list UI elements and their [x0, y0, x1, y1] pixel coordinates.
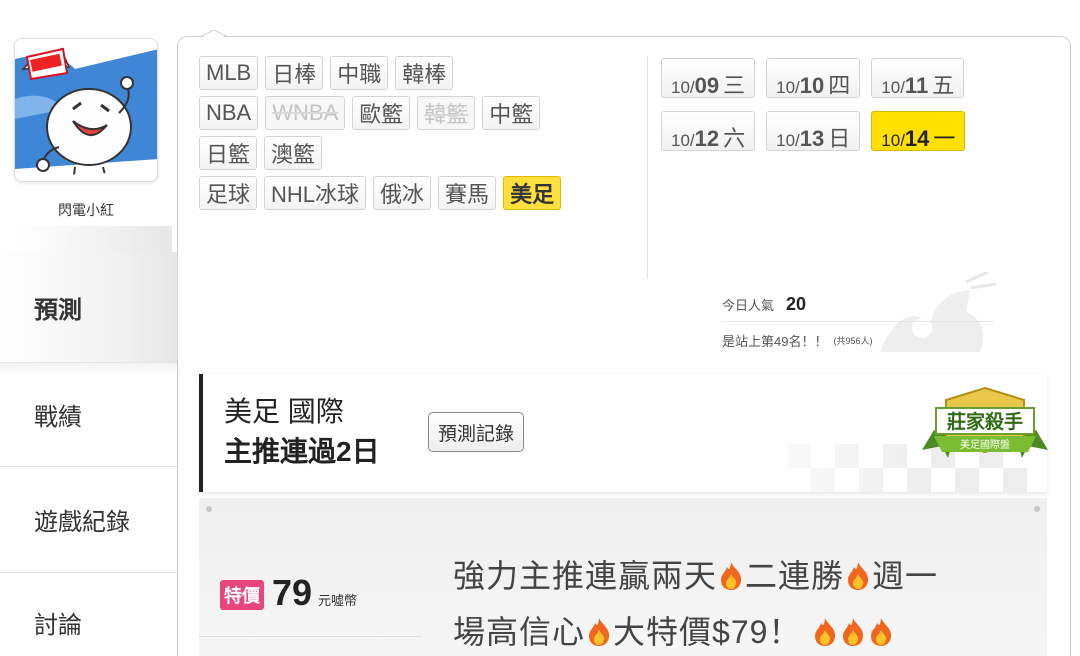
name-divider [0, 226, 172, 254]
desc-part: 場高信心 [453, 614, 586, 650]
sport-chip[interactable]: 俄冰 [373, 176, 432, 210]
fire-icon [840, 608, 866, 646]
date-month: 10/ [776, 131, 800, 150]
price-unit: 元噓幣 [318, 593, 358, 608]
date-row: 10/12 六 10/13 日 10/14 一 [661, 111, 1041, 151]
sport-chip[interactable]: MLB [199, 56, 259, 90]
rank-total: (共956人) [833, 335, 873, 346]
price-divider [199, 636, 421, 637]
special-price-tag: 特價 [220, 580, 264, 610]
desc-part: 週一 [872, 558, 939, 594]
popularity-value: 20 [786, 294, 807, 314]
fire-icon [718, 552, 744, 590]
date-day: 13 [799, 126, 825, 151]
date-chip[interactable]: 10/14 一 [871, 111, 966, 151]
fire-icon [812, 608, 838, 646]
date-chip[interactable]: 10/09 三 [661, 58, 756, 98]
sport-chip[interactable]: NBA [199, 96, 259, 130]
sport-chip[interactable]: 韓棒 [395, 56, 454, 90]
panel-notch [200, 30, 228, 44]
date-day: 14 [904, 126, 930, 151]
date-day: 12 [694, 126, 720, 151]
date-month: 10/ [881, 78, 905, 97]
sport-chip[interactable]: NHL冰球 [264, 176, 367, 210]
date-month: 10/ [671, 131, 695, 150]
date-weekday: 一 [933, 126, 956, 151]
sport-chip[interactable]: 賽馬 [438, 176, 497, 210]
title-streak: 主推連過2日 [224, 436, 380, 467]
sidebar: 閃電小紅 預測 戰績 遊戲紀錄 討論 [0, 0, 178, 656]
sport-chip[interactable]: 足球 [199, 176, 258, 210]
sport-row: 足球 NHL冰球 俄冰 賽馬 美足 [199, 176, 649, 210]
fire-icon [868, 608, 894, 646]
date-month: 10/ [881, 131, 905, 150]
prediction-record-button[interactable]: 預測記錄 [428, 412, 525, 452]
date-weekday: 三 [723, 73, 746, 98]
sport-chip[interactable]: 中職 [330, 56, 389, 90]
sport-chip[interactable]: 美足 [503, 176, 562, 210]
fire-icon [586, 608, 612, 646]
pin-right [1034, 506, 1040, 512]
price-value: 79 [272, 572, 313, 613]
cartoon-avatar-icon [15, 39, 157, 181]
rank-row: 是站上第49名！！ (共956人) [722, 322, 994, 358]
date-weekday: 日 [828, 126, 851, 151]
sport-filter: MLB 日棒 中職 韓棒 NBA WNBA 歐籃 韓籃 中籃 日籃 澳籃 足球 NHL冰球 俄冰 賽馬 美足 [199, 56, 649, 216]
sport-chip: 韓籃 [417, 96, 476, 130]
date-chip[interactable]: 10/11 五 [871, 58, 965, 98]
bookie-killer-badge-icon: 莊家殺手 美足國際盤 [922, 386, 1048, 458]
sport-chip[interactable]: 澳籃 [264, 136, 323, 170]
desc-part: 二連勝 [745, 558, 845, 594]
date-chip[interactable]: 10/13 日 [766, 111, 861, 151]
sport-chip[interactable]: 日棒 [265, 56, 324, 90]
sport-chip: WNBA [265, 96, 346, 130]
date-chip[interactable]: 10/12 六 [661, 111, 756, 151]
divider [647, 56, 648, 278]
popularity-label: 今日人氣 [722, 298, 775, 313]
date-weekday: 四 [828, 73, 851, 98]
sport-row: MLB 日棒 中職 韓棒 [199, 56, 649, 90]
badge-subtitle: 美足國際盤 [960, 438, 1010, 451]
date-day: 10 [799, 73, 825, 98]
desc-part: 強力主推連贏兩天 [453, 558, 718, 594]
date-chip[interactable]: 10/10 四 [766, 58, 861, 98]
user-name[interactable]: 閃電小紅 [0, 200, 172, 220]
rank-text: 是站上第49名！！ [722, 333, 828, 349]
date-weekday: 六 [723, 126, 746, 151]
nav-game-log[interactable]: 遊戲紀錄 [0, 466, 178, 572]
pin-left [206, 506, 212, 512]
date-month: 10/ [671, 78, 695, 97]
fire-icon [845, 552, 871, 590]
nav-discuss[interactable]: 討論 [0, 572, 178, 656]
sport-row: NBA WNBA 歐籃 韓籃 中籃 [199, 96, 649, 130]
sport-chip[interactable]: 日籃 [199, 136, 258, 170]
date-row: 10/09 三 10/10 四 10/11 五 [661, 58, 1041, 98]
date-day: 09 [694, 73, 720, 98]
badge-title: 莊家殺手 [947, 410, 1023, 433]
price-block: 特價 79 元噓幣 [220, 572, 357, 614]
date-day: 11 [904, 73, 929, 98]
avatar[interactable] [14, 38, 158, 182]
popularity-box: 今日人氣 20 是站上第49名！！ (共956人) [722, 288, 994, 358]
sport-row: 日籃 澳籃 [199, 136, 649, 170]
sport-chip[interactable]: 中籃 [482, 96, 541, 130]
title-league: 美足 國際 [224, 396, 344, 427]
nav-record[interactable]: 戰績 [0, 362, 178, 466]
popularity-row: 今日人氣 20 [722, 288, 994, 322]
date-weekday: 五 [932, 73, 955, 98]
nav-predict[interactable]: 預測 [0, 252, 178, 362]
offer-description: 強力主推連贏兩天 二連勝 週一 場高信心 大特價$79！ [453, 548, 1043, 656]
desc-part: 大特價$79！ [613, 614, 802, 650]
sport-chip[interactable]: 歐籃 [352, 96, 411, 130]
date-filter: 10/09 三 10/10 四 10/11 五 10/12 六 10/13 日 10/14 一 [661, 58, 1041, 164]
date-month: 10/ [776, 78, 800, 97]
